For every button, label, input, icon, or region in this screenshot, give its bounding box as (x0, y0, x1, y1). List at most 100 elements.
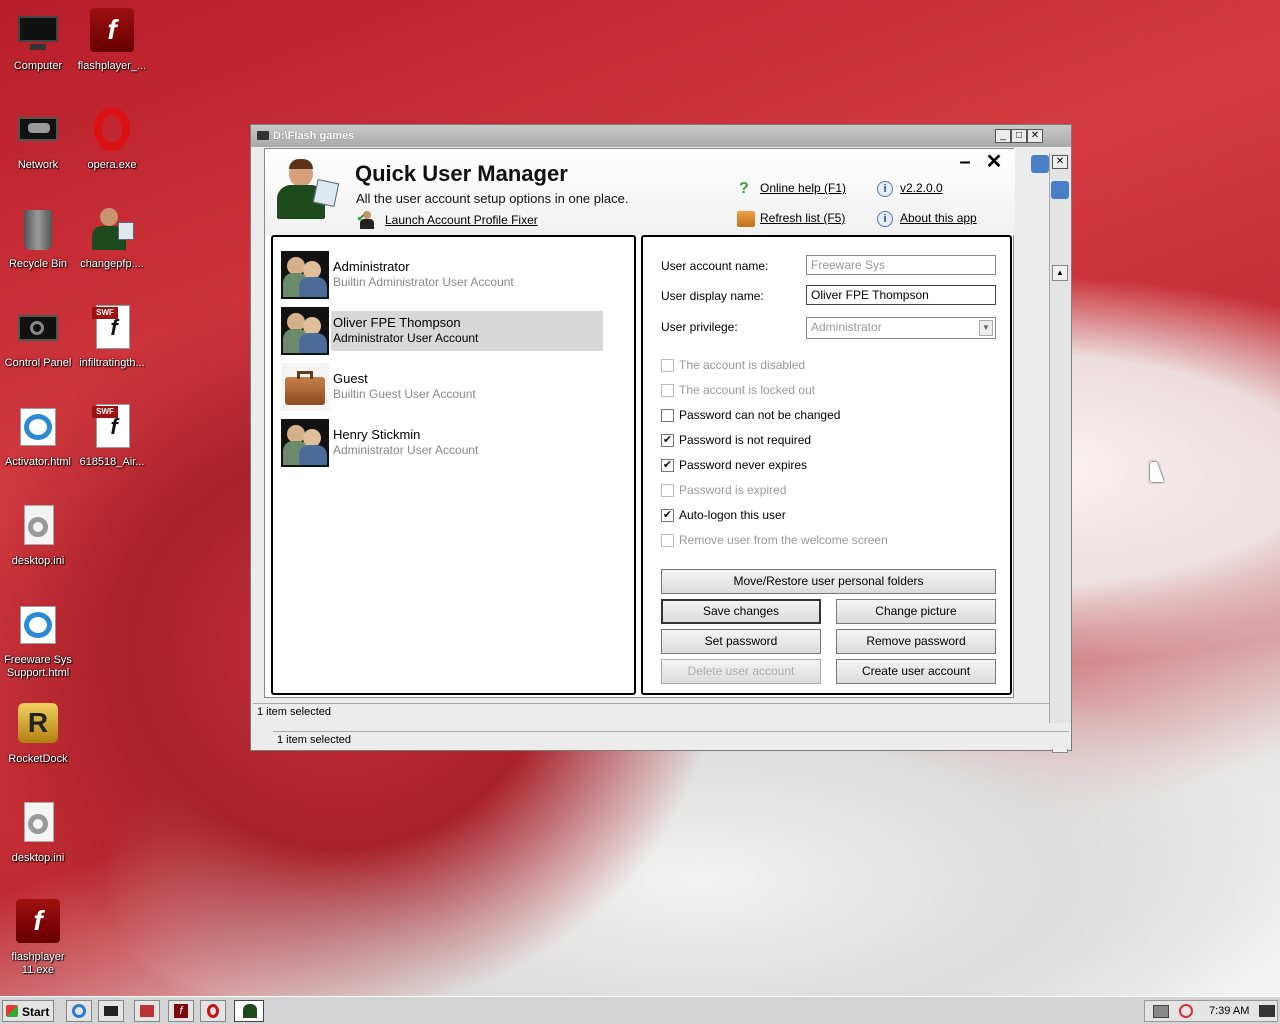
move-restore-folders-button[interactable]: Move/Restore user personal folders (661, 569, 996, 594)
mouse-cursor-icon (1150, 462, 1164, 482)
save-changes-button[interactable]: Save changes (661, 599, 821, 624)
about-app-link[interactable]: About this app (900, 211, 977, 225)
scroll-up-arrow-icon[interactable]: ▲ (1052, 265, 1068, 281)
user-avatar-icon (281, 251, 329, 299)
checkbox-box[interactable] (661, 409, 674, 422)
quick-user-manager-window[interactable]: Quick User Manager All the user account … (264, 148, 1015, 698)
ie-icon (14, 404, 62, 452)
desktop-icon-label: Recycle Bin (8, 258, 68, 270)
user-list-item[interactable]: Oliver FPE Thompson Administrator User Ac… (279, 305, 605, 357)
checkbox-option[interactable]: The account is disabled (661, 357, 991, 375)
display-name-input[interactable] (806, 285, 996, 305)
desktop-icon[interactable]: SWF f infiltratingth... (74, 305, 150, 370)
set-password-button[interactable]: Set password (661, 629, 821, 654)
checkbox-option[interactable]: ✔ Auto-logon this user (661, 507, 991, 525)
checkbox-label: Auto-logon this user (679, 508, 786, 522)
checkbox-option[interactable]: Password is expired (661, 482, 991, 500)
desktop-icon[interactable]: opera.exe (74, 107, 150, 172)
desktop-icon[interactable]: f flashplayer_... (74, 8, 150, 73)
checkbox-option[interactable]: ✔ Password never expires (661, 457, 991, 475)
desktop-icon[interactable]: Activator.html (0, 404, 76, 469)
desktop-icon[interactable]: desktop.ini (0, 800, 76, 865)
system-tray: 7:39 AM (1144, 1000, 1278, 1022)
delete-user-account-button[interactable]: Delete user account (661, 659, 821, 684)
app-title: Quick User Manager (355, 161, 568, 186)
desktop-icon-label: desktop.ini (11, 852, 65, 864)
volume-tray-icon[interactable] (1179, 1004, 1193, 1018)
explorer-maximize-button[interactable]: □ (1011, 129, 1027, 143)
flash-icon: f (88, 8, 136, 56)
launch-profile-fixer-link[interactable]: Launch Account Profile Fixer (385, 213, 538, 227)
desktop-icon-label: flashplayer 11.exe (11, 951, 65, 976)
ie-icon (14, 602, 62, 650)
clock[interactable]: 7:39 AM (1209, 1005, 1249, 1017)
desktop-icon[interactable]: desktop.ini (0, 503, 76, 568)
desktop-icon[interactable]: Recycle Bin (0, 206, 76, 271)
version-link[interactable]: v2.2.0.0 (900, 181, 943, 195)
info-icon: i (877, 181, 893, 197)
desktop-icon-label: Control Panel (4, 357, 72, 369)
user-avatar-icon (281, 419, 329, 467)
start-button[interactable]: Start (2, 1000, 54, 1022)
desktop-icon[interactable]: Control Panel (0, 305, 76, 370)
checkbox-box[interactable] (661, 484, 674, 497)
search-icon[interactable] (1031, 155, 1049, 173)
desktop-icon[interactable]: changepfp.... (74, 206, 150, 271)
explorer-close-button[interactable]: ✕ (1027, 129, 1043, 143)
taskbar-user-manager-icon[interactable] (234, 1000, 264, 1022)
remove-password-button[interactable]: Remove password (836, 629, 996, 654)
desktop-icon[interactable]: R RocketDock (0, 701, 76, 766)
user-list-item[interactable]: Administrator Builtin Administrator User … (279, 249, 605, 301)
network-tray-icon[interactable] (1153, 1005, 1169, 1018)
checkmark-icon[interactable]: ✔ (661, 434, 674, 447)
user-list-panel[interactable]: Administrator Builtin Administrator User … (271, 235, 636, 695)
close-button[interactable]: ✕ (983, 151, 1005, 173)
checkbox-option[interactable]: The account is locked out (661, 382, 991, 400)
checkbox-box[interactable] (661, 359, 674, 372)
recycle-bin-icon (14, 206, 62, 254)
checkbox-box[interactable] (661, 384, 674, 397)
desktop-icon[interactable]: Freeware Sys Support.html (0, 602, 76, 680)
taskbar-flash-icon[interactable]: f (168, 1000, 194, 1022)
checkmark-icon[interactable]: ✔ (661, 459, 674, 472)
create-user-account-button[interactable]: Create user account (836, 659, 996, 684)
online-help-link[interactable]: Online help (F1) (760, 181, 846, 195)
info-icon: i (877, 211, 893, 227)
checkbox-box[interactable] (661, 534, 674, 547)
desktop-icon[interactable]: Computer (0, 8, 76, 73)
change-picture-button[interactable]: Change picture (836, 599, 996, 624)
desktop-icon-label: Computer (13, 60, 63, 72)
user-text-area: Administrator Builtin Administrator User … (331, 255, 603, 295)
taskbar-opera-icon[interactable] (200, 1000, 226, 1022)
folder-icon (257, 131, 269, 140)
desktop-icon-label: RocketDock (8, 753, 68, 765)
checkbox-option[interactable]: Password can not be changed (661, 407, 991, 425)
user-text-area: Oliver FPE Thompson Administrator User Ac… (331, 311, 603, 351)
windows-logo-icon (6, 1005, 18, 1017)
user-list-item[interactable]: Henry Stickmin Administrator User Account (279, 417, 605, 469)
explorer2-close-button[interactable]: ✕ (1052, 155, 1068, 169)
search-icon[interactable] (1051, 181, 1069, 199)
checkmark-icon[interactable]: ✔ (661, 509, 674, 522)
display-name-label: User display name: (661, 289, 764, 303)
privilege-select[interactable]: Administrator ▼ (806, 317, 996, 339)
taskbar-desktop-icon[interactable] (98, 1000, 124, 1022)
desktop-icon[interactable]: SWF f 618518_Air... (74, 404, 150, 469)
refresh-list-link[interactable]: Refresh list (F5) (760, 211, 845, 225)
user-list-item[interactable]: Guest Builtin Guest User Account (279, 361, 605, 413)
desktop-icon[interactable]: Network (0, 107, 76, 172)
explorer-scrollbar[interactable]: ✕ ▲ ▼ (1049, 153, 1071, 753)
taskbar-ie-icon[interactable] (66, 1000, 92, 1022)
explorer-titlebar[interactable]: D:\Flash games (251, 125, 1071, 147)
user-description: Builtin Administrator User Account (333, 275, 514, 289)
taskbar-app-icon[interactable] (134, 1000, 160, 1022)
explorer-minimize-button[interactable]: _ (995, 129, 1011, 143)
show-desktop-icon[interactable] (1259, 1005, 1275, 1017)
account-name-input[interactable] (806, 255, 996, 275)
user-description: Builtin Guest User Account (333, 387, 476, 401)
checkbox-option[interactable]: ✔ Password is not required (661, 432, 991, 450)
desktop-icon[interactable]: f flashplayer 11.exe (0, 899, 76, 977)
user-manager-icon (88, 206, 136, 254)
minimize-button[interactable]: – (955, 151, 975, 173)
checkbox-option[interactable]: Remove user from the welcome screen (661, 532, 991, 550)
